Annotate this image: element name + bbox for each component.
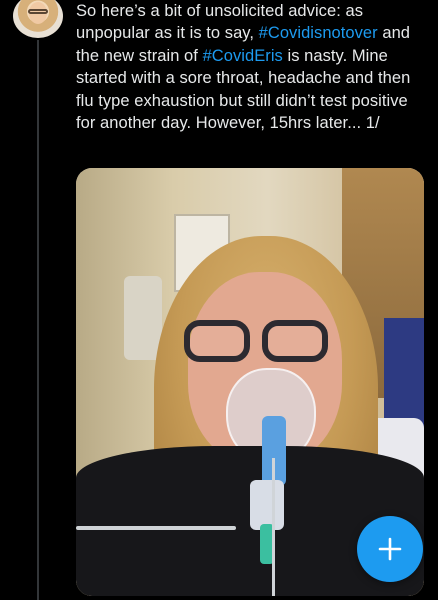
- tweet-text: So here’s a bit of unsolicited advice: a…: [76, 0, 426, 134]
- plus-icon: [378, 537, 402, 561]
- hashtag-coviderris-link[interactable]: #CovidEris: [203, 47, 283, 65]
- photo-glasses-left: [184, 320, 250, 362]
- photo-tube-line-vertical: [272, 458, 275, 596]
- photo-glasses-right: [262, 320, 328, 362]
- compose-button[interactable]: [357, 516, 423, 582]
- avatar[interactable]: [13, 0, 63, 38]
- avatar-glasses: [28, 9, 48, 14]
- photo-nebulizer-body: [250, 480, 284, 530]
- hashtag-covidisnotover-link[interactable]: #Covidisnotover: [259, 24, 378, 42]
- thread-line: [37, 40, 39, 600]
- photo-tube-line: [76, 526, 236, 530]
- photo-medical-equipment: [124, 276, 162, 360]
